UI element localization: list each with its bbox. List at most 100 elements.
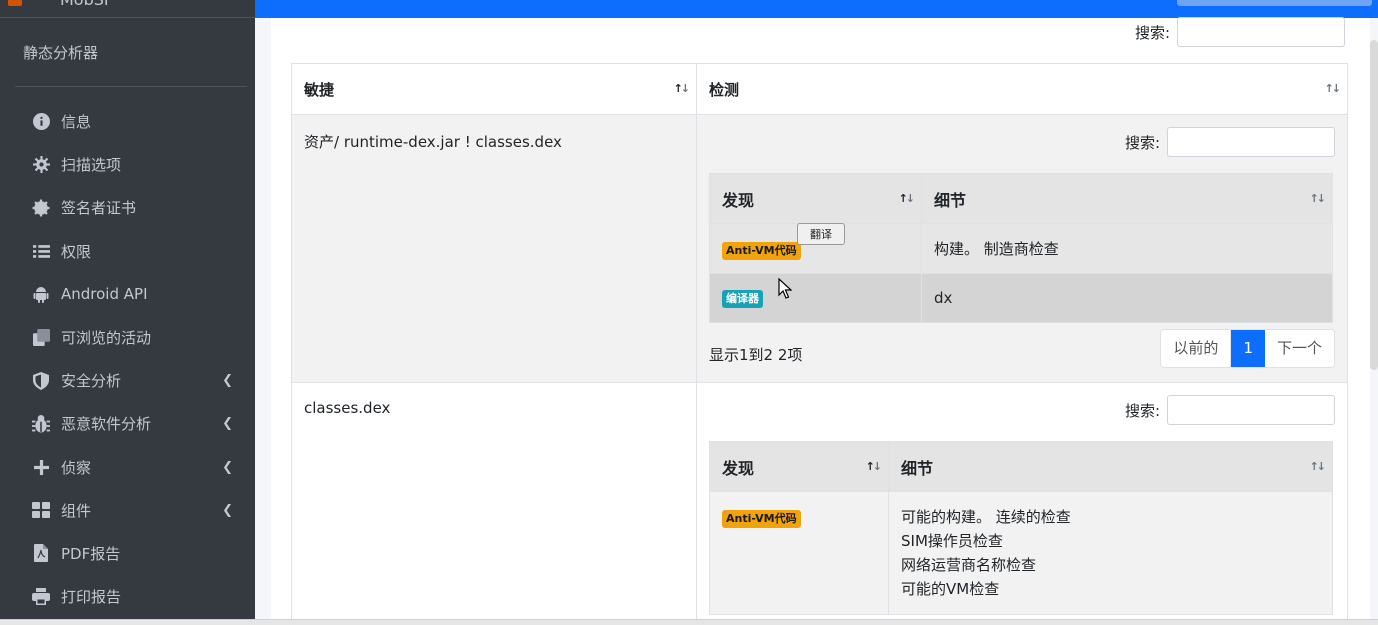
table-row: Anti-VM代码 可能的构建。 连续的检查 SIM操作员检查 网络运营商名称检… [709,491,1333,615]
detail-line: 网络运营商名称检查 [901,556,1037,574]
chevron-left-icon: ❮ [222,502,233,518]
finding-cell: 编译器 [709,273,922,323]
sidebar-item-android-api[interactable]: Android API [15,273,247,316]
info-circle-icon [32,113,50,131]
list-icon [32,242,50,260]
copy-icon [32,329,50,347]
sort-icon: ↑↓ [673,82,691,95]
inner-search: 搜索: [1125,395,1335,425]
top-navbar [255,0,1378,18]
printer-icon [32,588,50,606]
outer-search-input[interactable] [1177,17,1346,47]
column-header-finding[interactable]: 发现 ↑↓ [709,173,922,224]
search-label: 搜索: [1124,133,1160,152]
sort-icon: ↑↓ [1309,192,1327,205]
sidebar-item-label: 组件 [61,501,92,520]
finding-cell: Anti-VM代码 [709,491,889,615]
sidebar-item-print-report[interactable]: 打印报告 [15,575,247,618]
detection-cell: 搜索: 发现 ↑↓ [696,382,1348,625]
sidebar-item-security-analysis[interactable]: 安全分析 ❮ [15,359,247,402]
column-header-finding[interactable]: 发现 ↑↓ [709,441,889,492]
sidebar-nav: 信息 扫描选项 签名者证书 权限 Android API 可浏览的活动 安全分析… [15,100,247,618]
detail-line: SIM操作员检查 [901,532,1003,550]
column-header-details[interactable]: 细节 ↑↓ [921,173,1333,224]
sort-icon: ↑↓ [1324,82,1342,95]
column-header-detection[interactable]: 检测 ↑↓ [696,63,1348,115]
page-1-button[interactable]: 1 [1231,330,1265,367]
info-badge: 编译器 [722,290,763,308]
table-row: 编译器 dx [709,273,1333,323]
findings-table: 发现 ↑↓ 细节 ↑↓ [709,173,1333,323]
detection-cell: 搜索: 发现 ↑↓ [696,114,1348,383]
sidebar-item-label: Android API [61,285,148,304]
sidebar-item-label: 权限 [61,242,92,261]
sidebar-divider [15,86,247,87]
inner-search: 搜索: [1125,127,1335,157]
inner-search-input[interactable] [1167,127,1335,157]
column-header-file[interactable]: 敏捷 ↑↓ [291,63,697,115]
file-cell: 资产/ runtime-dex.jar ! classes.dex [291,114,697,383]
brand-bar[interactable]: MobSF [0,0,255,18]
sidebar-item-pdf-report[interactable]: PDF报告 [15,532,247,575]
warning-badge: Anti-VM代码 [722,510,801,528]
detail-cell: dx [921,273,1333,323]
sidebar-item-malware-analysis[interactable]: 恶意软件分析 ❮ [15,402,247,445]
inner-search-input[interactable] [1167,395,1335,425]
apkid-table: 敏捷 ↑↓ 检测 ↑↓ 资产/ runtime-dex.jar ! classe… [291,63,1348,625]
chevron-left-icon: ❮ [222,459,233,475]
sort-icon: ↑↓ [1309,460,1327,473]
search-label: 搜索: [1124,401,1160,420]
brand-logo [8,0,22,6]
sidebar-item-browsable-activities[interactable]: 可浏览的活动 [15,316,247,359]
brand-text: MobSF [60,0,113,9]
sidebar: MobSF 静态分析器 信息 扫描选项 签名者证书 权限 Android API… [0,0,255,625]
analyzer-title: 静态分析器 [23,44,99,62]
chevron-left-icon: ❮ [222,373,233,389]
detail-line: 可能的VM检查 [901,580,1000,598]
bottom-strip [0,619,1378,625]
sidebar-item-components[interactable]: 组件 ❮ [15,489,247,532]
next-page-button[interactable]: 下一个 [1264,330,1334,367]
navbar-search-input[interactable] [1177,0,1372,6]
grid-icon [32,501,50,519]
sidebar-item-certificate[interactable]: 签名者证书 [15,186,247,229]
file-pdf-icon [32,544,50,563]
column-header-details[interactable]: 细节 ↑↓ [888,441,1333,492]
table-info: 显示1到2 2项 [709,346,803,364]
sort-icon: ↑↓ [865,460,883,473]
findings-table: 发现 ↑↓ 细节 ↑↓ [709,441,1333,615]
table-row: classes.dex 搜索: 发现 ↑↓ 细节 ↑↓ Anti-VM代码 可能… [291,382,1348,625]
content-card: 搜索: 敏捷 ↑↓ 检测 ↑↓ 资产/ runtime-dex.jar ! cl… [271,17,1370,625]
detail-cell: 可能的构建。 连续的检查 SIM操作员检查 网络运营商名称检查 可能的VM检查 [888,491,1333,615]
prev-page-button[interactable]: 以前的 [1161,330,1232,367]
android-icon [32,285,50,303]
shield-icon [32,371,50,390]
table-row: 资产/ runtime-dex.jar ! classes.dex 搜索: 发现 [291,114,1348,383]
sort-icon: ↑↓ [898,192,916,205]
scrollbar[interactable] [1370,40,1378,370]
detail-cell: 构建。 制造商检查 [921,223,1333,274]
sidebar-item-label: 侦察 [61,458,92,477]
sidebar-item-info[interactable]: 信息 [15,100,247,143]
sidebar-item-permissions[interactable]: 权限 [15,230,247,273]
warning-badge: Anti-VM代码 [722,242,801,260]
gear-icon [32,156,50,174]
bug-icon [32,414,50,433]
outer-search: 搜索: [1135,17,1346,47]
sidebar-item-recon[interactable]: 侦察 ❮ [15,446,247,489]
file-cell: classes.dex [291,382,697,625]
certificate-icon [32,199,50,217]
sidebar-item-label: 安全分析 [61,372,122,391]
sidebar-item-label: PDF报告 [61,544,121,563]
main-content: 搜索: 敏捷 ↑↓ 检测 ↑↓ 资产/ runtime-dex.jar ! cl… [255,17,1378,625]
sidebar-item-label: 恶意软件分析 [61,415,152,434]
sidebar-item-label: 签名者证书 [61,199,137,218]
sidebar-item-scan-options[interactable]: 扫描选项 [15,143,247,186]
sidebar-item-label: 可浏览的活动 [61,329,152,348]
sidebar-item-label: 扫描选项 [61,156,122,175]
sidebar-item-label: 信息 [61,113,92,132]
sidebar-item-label: 打印报告 [61,588,122,607]
translate-button[interactable]: 翻译 [797,223,845,245]
mouse-cursor-icon [778,278,792,299]
pagination: 以前的 1 下一个 [1160,329,1335,368]
